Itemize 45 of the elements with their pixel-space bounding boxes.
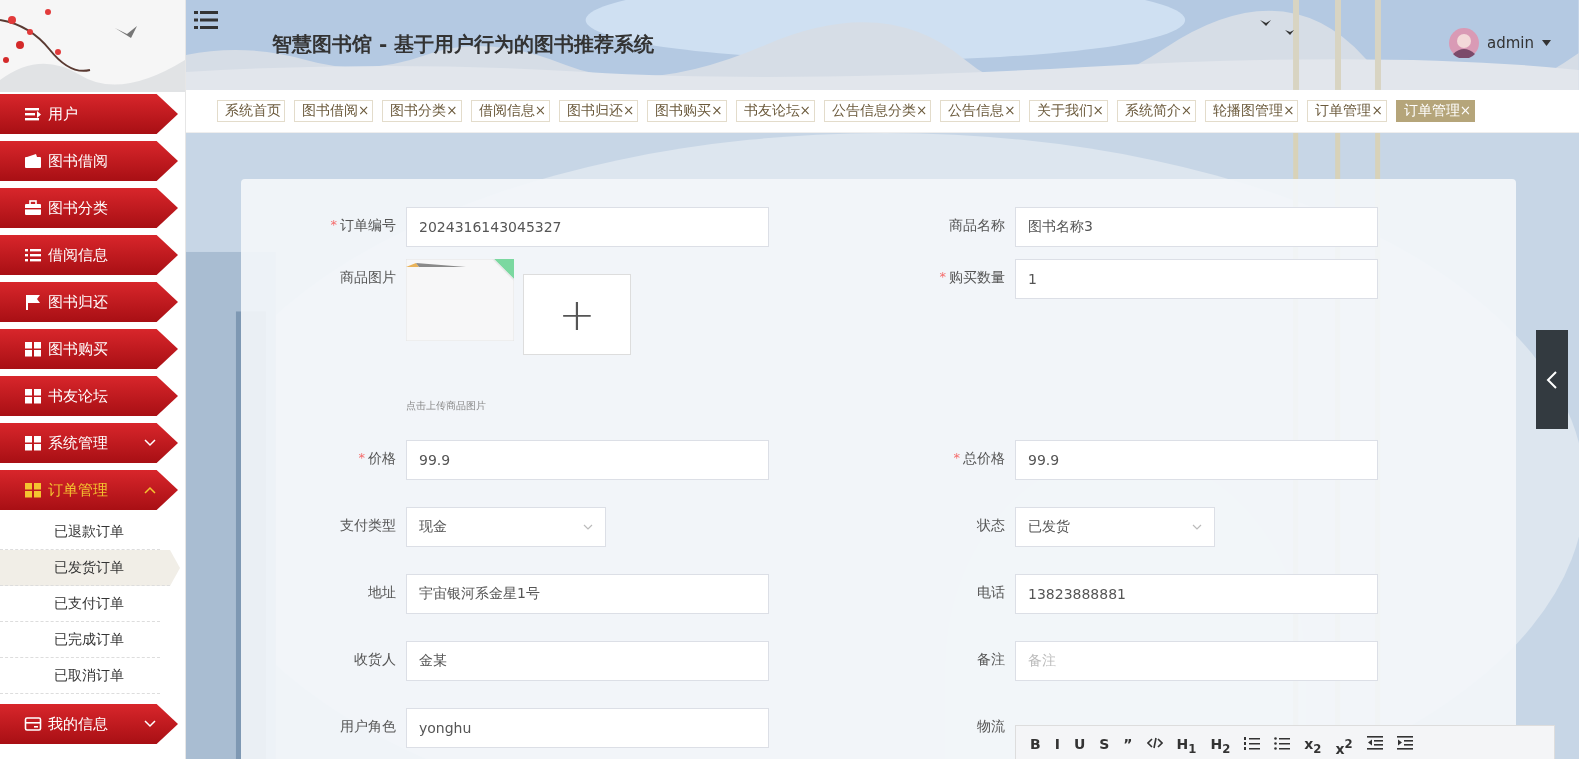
tab[interactable]: 书友论坛× (735, 100, 815, 122)
grid-icon (24, 388, 42, 404)
flag-icon (24, 294, 42, 310)
submenu-item[interactable]: 已支付订单 (0, 586, 160, 622)
briefcase-icon (24, 200, 42, 216)
sidebar-item[interactable]: 借阅信息 (0, 235, 178, 275)
sidebar-item[interactable]: 订单管理 (0, 470, 178, 510)
tab[interactable]: 订单管理× (1307, 100, 1387, 122)
wallet-icon (24, 153, 42, 169)
submenu-item[interactable]: 已取消订单 (0, 658, 160, 694)
tab[interactable]: 系统首页 (217, 100, 285, 122)
list-icon (24, 106, 42, 122)
tab[interactable]: 关于我们× (1028, 100, 1108, 122)
tab[interactable]: 系统简介× (1116, 100, 1197, 122)
grid-icon (24, 482, 42, 498)
sidebar-item[interactable]: 图书购买 (0, 329, 178, 369)
avatar-icon[interactable] (1449, 28, 1479, 58)
tab[interactable]: 图书归还× (558, 100, 639, 122)
sidebar-item[interactable]: 图书借阅 (0, 141, 178, 181)
chevron-down-icon (144, 439, 156, 447)
tab[interactable]: 借阅信息× (470, 100, 550, 122)
tab[interactable]: 图书借阅× (294, 100, 374, 122)
sidebar-item[interactable]: 系统管理 (0, 423, 178, 463)
tab[interactable]: 公告信息× (940, 100, 1020, 122)
tab[interactable]: 公告信息分类× (823, 100, 932, 122)
card-icon (24, 716, 42, 732)
sidebar-item[interactable]: 图书归还 (0, 282, 178, 322)
list-icon (24, 247, 42, 263)
menu-icon[interactable] (194, 10, 218, 30)
submenu-item[interactable]: 已发货订单 (0, 550, 180, 586)
sidebar-item[interactable]: 我的信息 (0, 704, 178, 744)
tab[interactable]: 轮播图管理× (1205, 100, 1299, 122)
username[interactable]: admin (1487, 34, 1534, 52)
chevron-up-icon (144, 486, 156, 494)
chevron-down-icon (144, 720, 156, 728)
sidebar-item[interactable]: 图书分类 (0, 188, 178, 228)
tab[interactable]: 图书分类× (382, 100, 462, 122)
grid-icon (24, 435, 42, 451)
sidebar-item[interactable]: 用户 (0, 94, 178, 134)
sidebar-item[interactable]: 书友论坛 (0, 376, 178, 416)
app-title: 智慧图书馆 - 基于用户行为的图书推荐系统 (272, 31, 655, 58)
tab[interactable]: 图书购买× (647, 100, 727, 122)
grid-icon (24, 341, 42, 357)
caret-icon[interactable] (1542, 40, 1551, 46)
submenu-item[interactable]: 已完成订单 (0, 622, 160, 658)
